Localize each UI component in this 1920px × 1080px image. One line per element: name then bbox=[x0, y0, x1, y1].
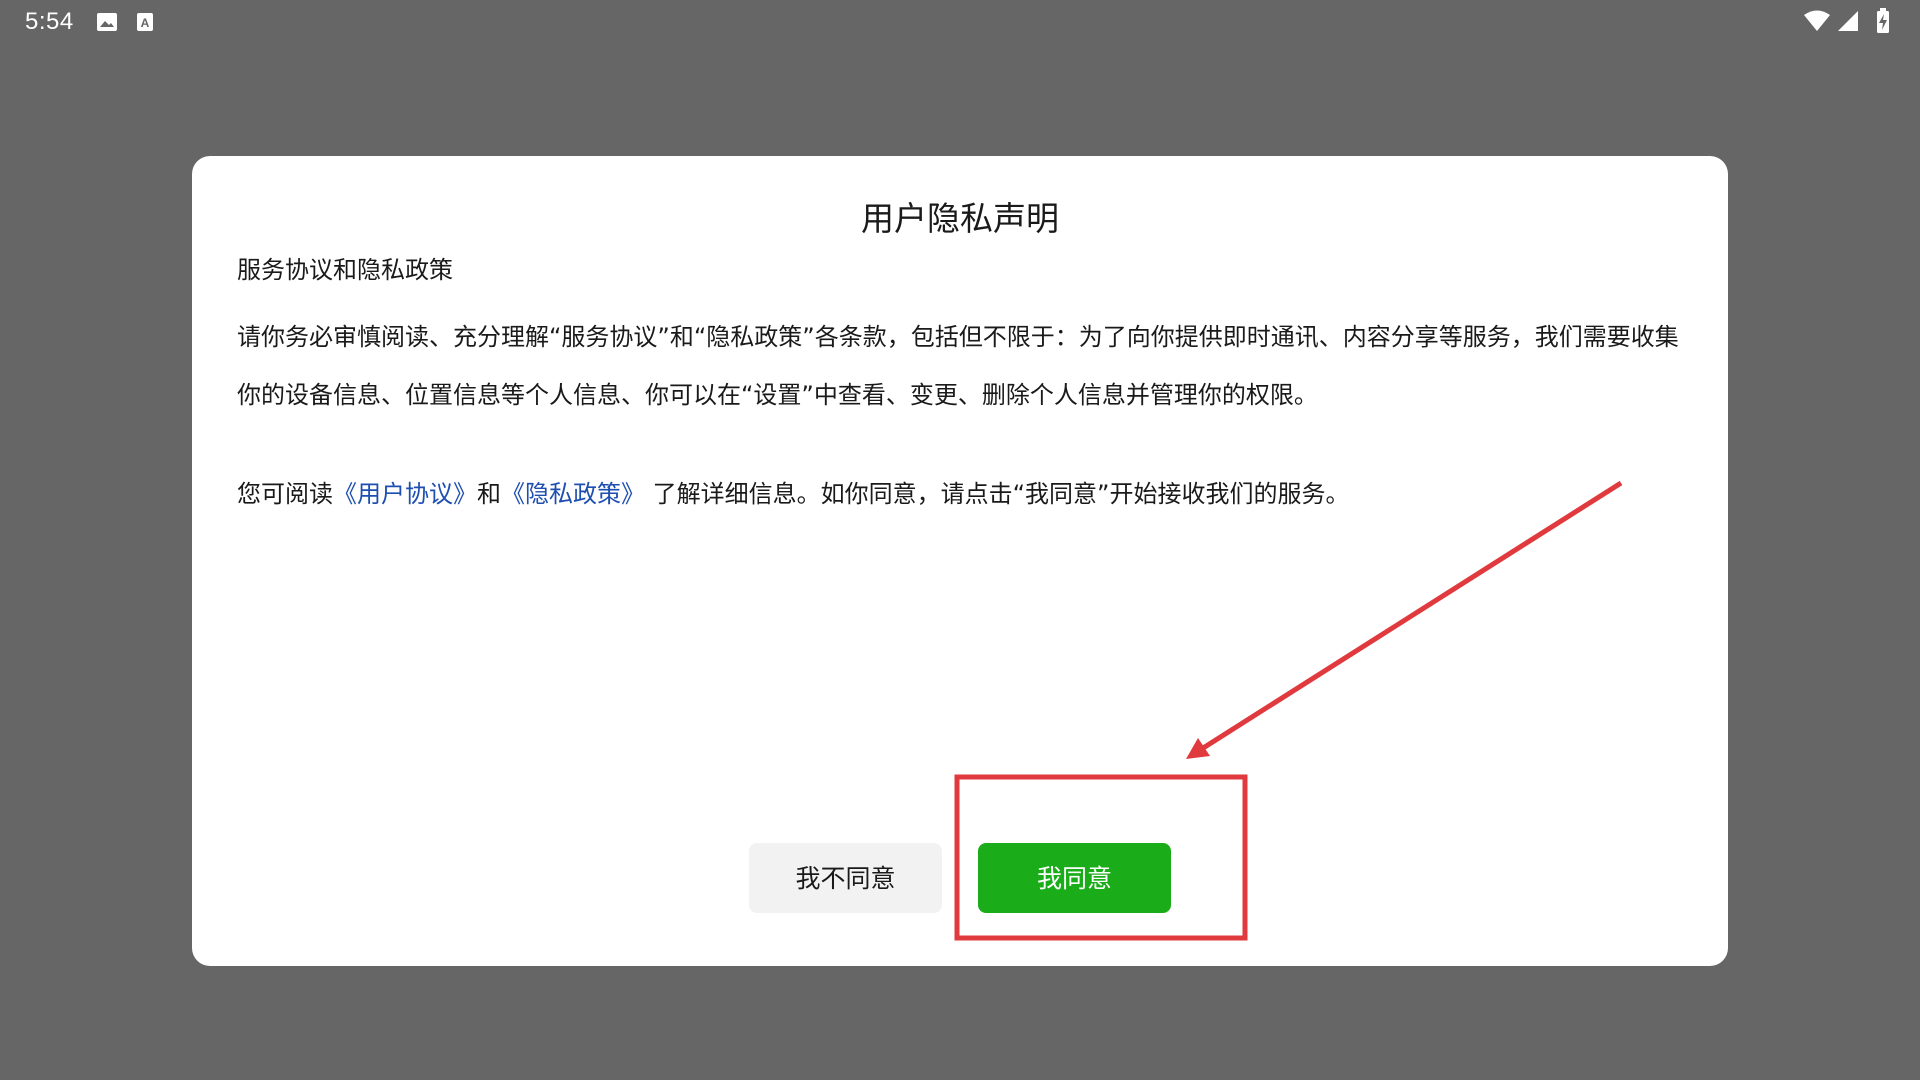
info-conjunction: 和 bbox=[477, 480, 501, 508]
disagree-button[interactable]: 我不同意 bbox=[749, 843, 942, 913]
image-icon bbox=[96, 12, 118, 36]
info-suffix: 了解详细信息。如你同意，请点击“我同意”开始接收我们的服务。 bbox=[645, 480, 1350, 508]
status-bar: 5:54 A bbox=[0, 0, 1920, 44]
privacy-policy-link[interactable]: 《隐私政策》 bbox=[501, 480, 645, 508]
svg-text:A: A bbox=[141, 16, 150, 30]
dialog-title: 用户隐私声明 bbox=[861, 199, 1059, 238]
wifi-icon bbox=[1804, 10, 1830, 31]
battery-charging-icon bbox=[1877, 8, 1889, 33]
agree-button[interactable]: 我同意 bbox=[978, 843, 1171, 913]
section-heading: 服务协议和隐私政策 bbox=[237, 256, 453, 284]
status-time: 5:54 bbox=[25, 8, 74, 35]
privacy-dialog: 用户隐私声明 服务协议和隐私政策 请你务必审慎阅读、充分理解“服务协议”和“隐私… bbox=[192, 156, 1728, 966]
a-badge-icon: A bbox=[136, 12, 154, 36]
info-line: 您可阅读《用户协议》和《隐私政策》 了解详细信息。如你同意，请点击“我同意”开始… bbox=[237, 474, 1687, 514]
info-prefix: 您可阅读 bbox=[237, 480, 333, 508]
signal-icon bbox=[1838, 11, 1858, 31]
dialog-body: 服务协议和隐私政策 请你务必审慎阅读、充分理解“服务协议”和“隐私政策”各条款，… bbox=[237, 250, 1687, 514]
user-agreement-link[interactable]: 《用户协议》 bbox=[333, 480, 477, 508]
screen: 5:54 A 用户隐私声明 服务协议和隐私政策 请你务必审慎阅读、充分理解“服务… bbox=[0, 0, 1920, 1080]
terms-paragraph: 请你务必审慎阅读、充分理解“服务协议”和“隐私政策”各条款，包括但不限于：为了向… bbox=[237, 323, 1679, 409]
